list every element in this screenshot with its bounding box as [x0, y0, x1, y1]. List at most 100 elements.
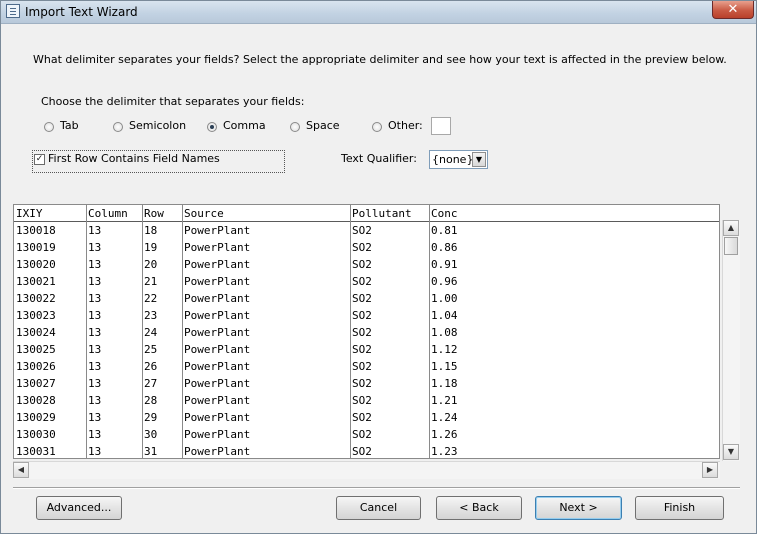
- table-cell: 30: [144, 428, 158, 441]
- table-cell: PowerPlant: [184, 309, 251, 322]
- radio-space-indicator[interactable]: [290, 122, 300, 132]
- table-cell: 13: [88, 428, 102, 441]
- table-cell: 1.21: [431, 394, 458, 407]
- table-cell: 130025: [16, 343, 56, 356]
- close-icon[interactable]: ✕: [712, 1, 754, 19]
- table-cell: 130024: [16, 326, 56, 339]
- table-cell: SO2: [352, 343, 372, 356]
- table-cell: 13: [88, 377, 102, 390]
- table-cell: 13: [88, 411, 102, 424]
- table-cell: SO2: [352, 377, 372, 390]
- table-cell: PowerPlant: [184, 445, 251, 458]
- table-cell: 13: [88, 275, 102, 288]
- column-header[interactable]: Row: [143, 205, 182, 222]
- table-cell: 1.08: [431, 326, 458, 339]
- column-header[interactable]: Column: [87, 205, 142, 222]
- table-cell: 1.00: [431, 292, 458, 305]
- table-cell: PowerPlant: [184, 428, 251, 441]
- table-cell: SO2: [352, 360, 372, 373]
- first-row-label[interactable]: First Row Contains Field Names: [48, 152, 220, 165]
- table-cell: 130021: [16, 275, 56, 288]
- first-row-checkbox[interactable]: ✓: [34, 154, 45, 165]
- column-header[interactable]: Conc: [430, 205, 711, 222]
- radio-other-label: Other:: [388, 119, 423, 132]
- scroll-up-icon[interactable]: ▲: [723, 220, 739, 236]
- table-cell: SO2: [352, 275, 372, 288]
- next-button[interactable]: Next >: [535, 496, 622, 520]
- table-cell: 22: [144, 292, 158, 305]
- horizontal-scrollbar[interactable]: ◀ ▶: [13, 461, 720, 479]
- table-cell: 130019: [16, 241, 56, 254]
- table-cell: 130026: [16, 360, 56, 373]
- table-cell: 0.96: [431, 275, 458, 288]
- table-cell: 1.26: [431, 428, 458, 441]
- table-cell: PowerPlant: [184, 224, 251, 237]
- radio-tab-indicator[interactable]: [44, 122, 54, 132]
- table-cell: 130028: [16, 394, 56, 407]
- window-title: Import Text Wizard: [25, 5, 138, 19]
- table-cell: 130029: [16, 411, 56, 424]
- table-cell: 18: [144, 224, 158, 237]
- table-cell: 1.24: [431, 411, 458, 424]
- radio-other-indicator[interactable]: [372, 122, 382, 132]
- table-cell: 23: [144, 309, 158, 322]
- table-cell: 13: [88, 394, 102, 407]
- advanced-button[interactable]: Advanced...: [36, 496, 122, 520]
- delimiter-label: Choose the delimiter that separates your…: [41, 95, 305, 108]
- radio-semicolon-indicator[interactable]: [113, 122, 123, 132]
- chevron-down-icon[interactable]: ▼: [472, 152, 486, 167]
- table-cell: SO2: [352, 428, 372, 441]
- table-cell: PowerPlant: [184, 377, 251, 390]
- table-cell: 24: [144, 326, 158, 339]
- radio-space-label: Space: [306, 119, 340, 132]
- table-cell: 130018: [16, 224, 56, 237]
- table-cell: SO2: [352, 326, 372, 339]
- table-cell: 13: [88, 258, 102, 271]
- text-qualifier-label: Text Qualifier:: [341, 152, 417, 165]
- table-cell: SO2: [352, 394, 372, 407]
- vertical-scrollbar[interactable]: ▲ ▼: [722, 220, 740, 461]
- table-cell: 27: [144, 377, 158, 390]
- table-cell: 26: [144, 360, 158, 373]
- column-header[interactable]: IXIY: [15, 205, 86, 222]
- table-cell: 1.12: [431, 343, 458, 356]
- column-header[interactable]: Source: [183, 205, 350, 222]
- other-delimiter-input[interactable]: [431, 117, 451, 135]
- table-cell: PowerPlant: [184, 360, 251, 373]
- vertical-scroll-thumb[interactable]: [724, 237, 738, 255]
- table-cell: 13: [88, 309, 102, 322]
- radio-comma-indicator[interactable]: [207, 122, 217, 132]
- title-bar[interactable]: Import Text Wizard ✕: [1, 1, 756, 24]
- table-cell: 1.04: [431, 309, 458, 322]
- table-cell: 130030: [16, 428, 56, 441]
- table-cell: 29: [144, 411, 158, 424]
- preview-grid[interactable]: IXIY Column Row Source Pollutant Conc 130018 13…: [13, 204, 720, 459]
- app-icon: [6, 4, 20, 18]
- scroll-right-icon[interactable]: ▶: [702, 462, 718, 478]
- table-cell: 130031: [16, 445, 56, 458]
- table-cell: SO2: [352, 241, 372, 254]
- scroll-left-icon[interactable]: ◀: [13, 462, 29, 478]
- table-cell: PowerPlant: [184, 394, 251, 407]
- table-cell: PowerPlant: [184, 275, 251, 288]
- table-cell: 21: [144, 275, 158, 288]
- scroll-down-icon[interactable]: ▼: [723, 444, 739, 460]
- back-button[interactable]: < Back: [436, 496, 522, 520]
- text-qualifier-select[interactable]: {none} ▼: [429, 150, 488, 169]
- table-cell: PowerPlant: [184, 343, 251, 356]
- finish-button[interactable]: Finish: [635, 496, 724, 520]
- table-cell: 0.91: [431, 258, 458, 271]
- table-cell: 25: [144, 343, 158, 356]
- table-cell: 13: [88, 360, 102, 373]
- prompt-text: What delimiter separates your fields? Se…: [33, 53, 727, 66]
- column-header[interactable]: Pollutant: [351, 205, 429, 222]
- table-cell: 28: [144, 394, 158, 407]
- table-cell: 13: [88, 292, 102, 305]
- table-cell: 1.23: [431, 445, 458, 458]
- table-cell: 13: [88, 241, 102, 254]
- cancel-button[interactable]: Cancel: [336, 496, 421, 520]
- table-cell: SO2: [352, 309, 372, 322]
- table-cell: 31: [144, 445, 158, 458]
- table-cell: 19: [144, 241, 158, 254]
- table-cell: PowerPlant: [184, 292, 251, 305]
